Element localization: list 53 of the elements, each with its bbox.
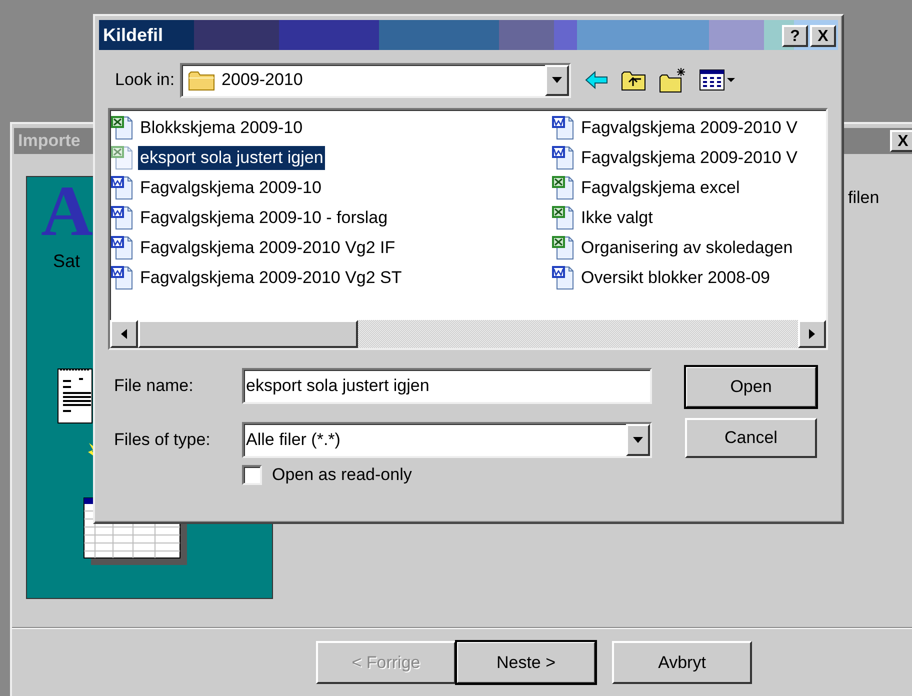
spreadsheet-file-icon <box>110 145 134 171</box>
file-item[interactable]: Fagvalgskjema excel <box>579 176 742 200</box>
cancel-button[interactable]: Avbryt <box>612 641 752 684</box>
spreadsheet-file-icon <box>551 235 575 261</box>
spreadsheet-file-icon <box>110 115 134 141</box>
file-item[interactable]: Fagvalgskjema 2009-10 - forslag <box>138 206 390 230</box>
window-title: Importe <box>18 130 80 152</box>
new-folder-icon[interactable] <box>658 67 687 93</box>
scroll-right-icon[interactable] <box>809 329 815 339</box>
look-in-label: Look in: <box>115 69 175 92</box>
read-only-label: Open as read-only <box>272 464 412 486</box>
close-button[interactable]: X <box>810 25 836 47</box>
spreadsheet-file-icon <box>551 175 575 201</box>
file-item[interactable]: Ikke valgt <box>579 206 655 230</box>
instruction-text: filen <box>848 188 880 208</box>
view-menu-icon[interactable] <box>698 67 735 93</box>
dialog-title: Kildefil <box>103 24 164 46</box>
file-item[interactable]: eksport sola justert igjen <box>138 146 326 170</box>
checkbox[interactable] <box>242 464 262 485</box>
document-icon <box>57 367 93 425</box>
dropdown-arrow-icon <box>633 437 643 443</box>
banner-caption: Sat <box>53 251 80 271</box>
logo-letter: A <box>41 177 93 247</box>
file-name-field[interactable]: eksport sola justert igjen <box>242 368 652 404</box>
file-item[interactable]: Organisering av skoledagen <box>579 236 795 260</box>
horizontal-scrollbar[interactable] <box>110 320 826 348</box>
look-in-value: 2009-2010 <box>222 69 304 92</box>
file-item[interactable]: Blokkskjema 2009-10 <box>138 116 305 140</box>
file-item[interactable]: Fagvalgskjema 2009-2010 V <box>579 116 800 140</box>
back-arrow-icon[interactable] <box>584 70 609 90</box>
next-button[interactable]: Neste > <box>456 641 596 684</box>
dropdown-arrow-icon <box>552 77 562 83</box>
folder-icon <box>188 69 216 91</box>
scroll-left-icon[interactable] <box>121 329 127 339</box>
file-item[interactable]: Fagvalgskjema 2009-10 <box>138 176 324 200</box>
document-file-icon <box>551 145 575 171</box>
file-type-dropdown[interactable]: Alle filer (*.*) <box>242 422 652 458</box>
document-file-icon <box>551 265 575 291</box>
document-file-icon <box>551 115 575 141</box>
file-item[interactable]: Fagvalgskjema 2009-2010 Vg2 IF <box>138 236 398 260</box>
scrollbar-thumb[interactable] <box>138 320 358 348</box>
file-item[interactable]: Fagvalgskjema 2009-2010 Vg2 ST <box>138 266 404 290</box>
cancel-button[interactable]: Cancel <box>685 418 817 458</box>
look-in-dropdown[interactable]: 2009-2010 <box>180 62 571 98</box>
file-name-label: File name: <box>114 375 194 398</box>
spreadsheet-file-icon <box>551 205 575 231</box>
close-button[interactable]: X <box>890 130 912 152</box>
file-type-value: Alle filer (*.*) <box>246 429 342 452</box>
help-button[interactable]: ? <box>782 25 808 47</box>
open-button[interactable]: Open <box>685 366 817 408</box>
file-item[interactable]: Oversikt blokker 2008-09 <box>579 266 772 290</box>
file-item[interactable]: Fagvalgskjema 2009-2010 V <box>579 146 800 170</box>
file-type-label: Files of type: <box>114 429 210 452</box>
